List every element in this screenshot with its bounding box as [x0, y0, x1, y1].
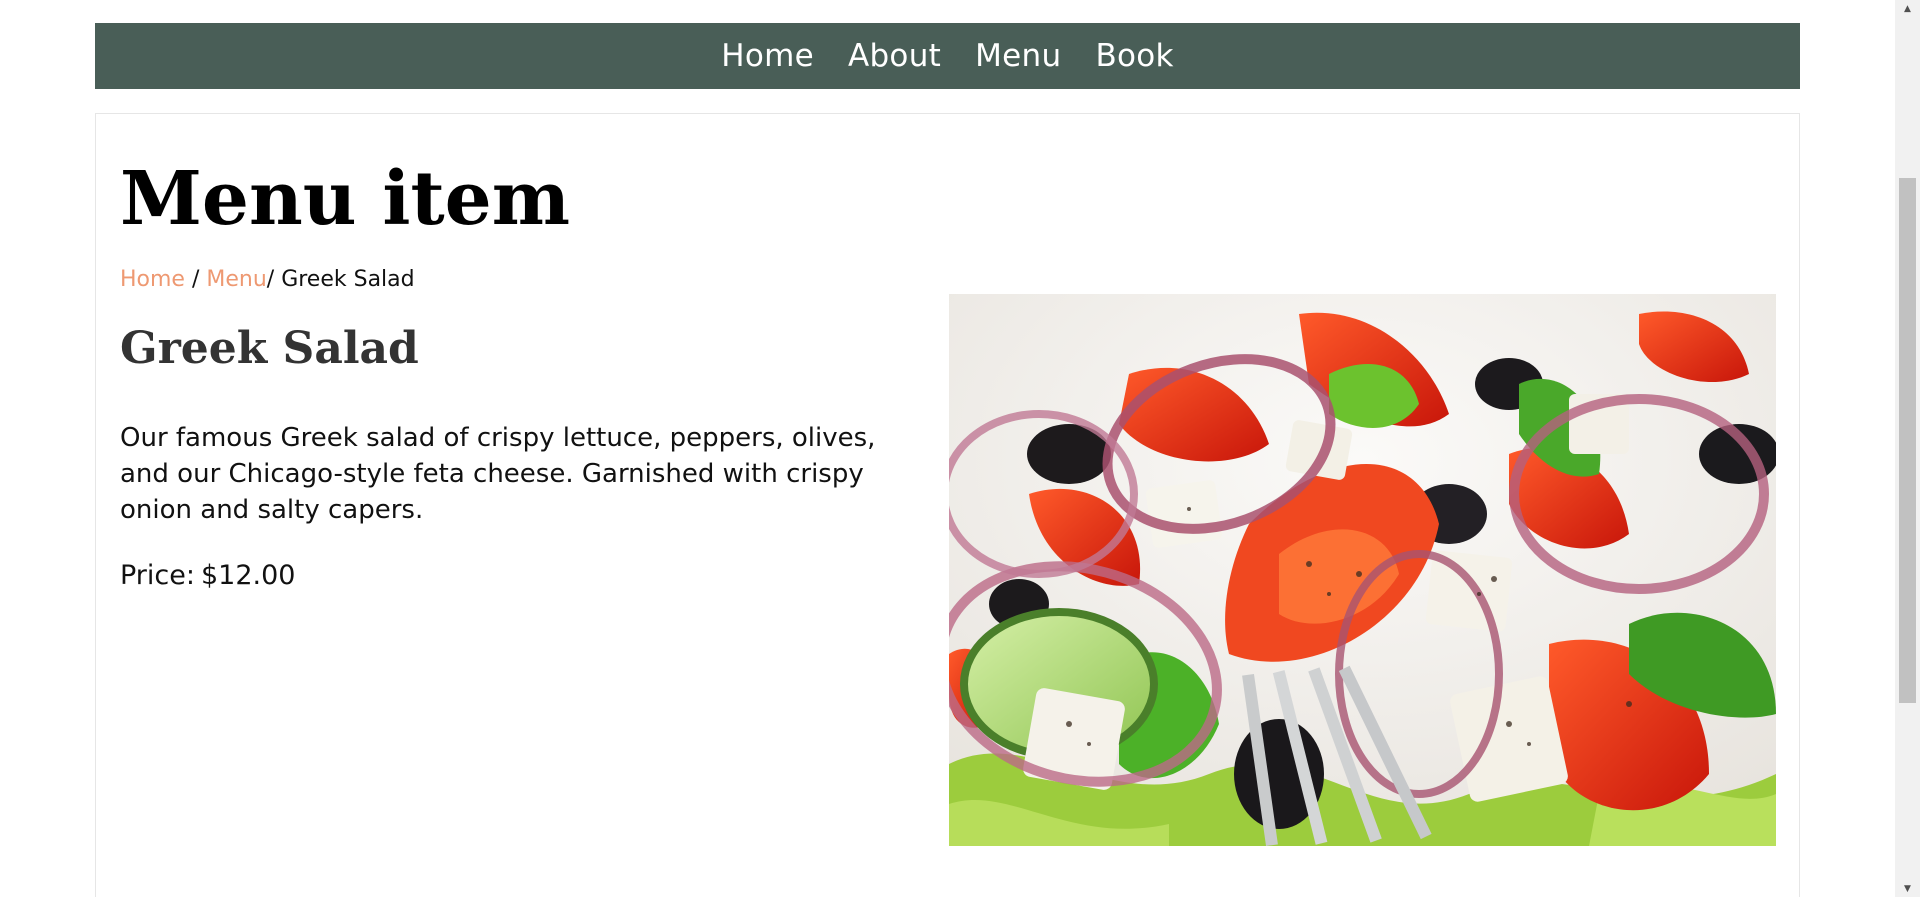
price-value: $12.00 — [200, 560, 296, 591]
greek-salad-photo — [949, 294, 1776, 846]
breadcrumb-home-link[interactable]: Home — [120, 267, 185, 292]
nav-link-menu[interactable]: Menu — [975, 38, 1061, 74]
top-navbar: Home About Menu Book — [95, 23, 1800, 89]
page-scrollbar[interactable]: ▲ ▼ — [1895, 0, 1920, 897]
breadcrumb-separator: / — [184, 267, 207, 292]
breadcrumb-separator: / — [266, 267, 282, 292]
scroll-down-arrow-icon[interactable]: ▼ — [1895, 880, 1920, 897]
page-title: Menu item — [120, 156, 571, 242]
salad-photo-illustration — [949, 294, 1776, 846]
nav-link-book[interactable]: Book — [1095, 38, 1173, 74]
nav-link-home[interactable]: Home — [721, 38, 814, 74]
menu-item-card: Menu item Home / Menu/ Greek Salad Greek… — [95, 113, 1800, 897]
scroll-up-arrow-icon[interactable]: ▲ — [1895, 0, 1920, 17]
breadcrumb: Home / Menu/ Greek Salad — [120, 267, 415, 292]
page: Home About Menu Book Menu item Home / Me… — [0, 0, 1920, 897]
nav-link-about[interactable]: About — [848, 38, 941, 74]
breadcrumb-current: Greek Salad — [281, 267, 415, 292]
price-label: Price: — [120, 560, 195, 591]
item-name: Greek Salad — [120, 323, 419, 374]
breadcrumb-menu-link[interactable]: Menu — [206, 267, 266, 292]
item-price: Price: $12.00 — [120, 560, 295, 591]
item-description: Our famous Greek salad of crispy lettuce… — [120, 423, 876, 525]
scrollbar-thumb[interactable] — [1899, 178, 1916, 703]
